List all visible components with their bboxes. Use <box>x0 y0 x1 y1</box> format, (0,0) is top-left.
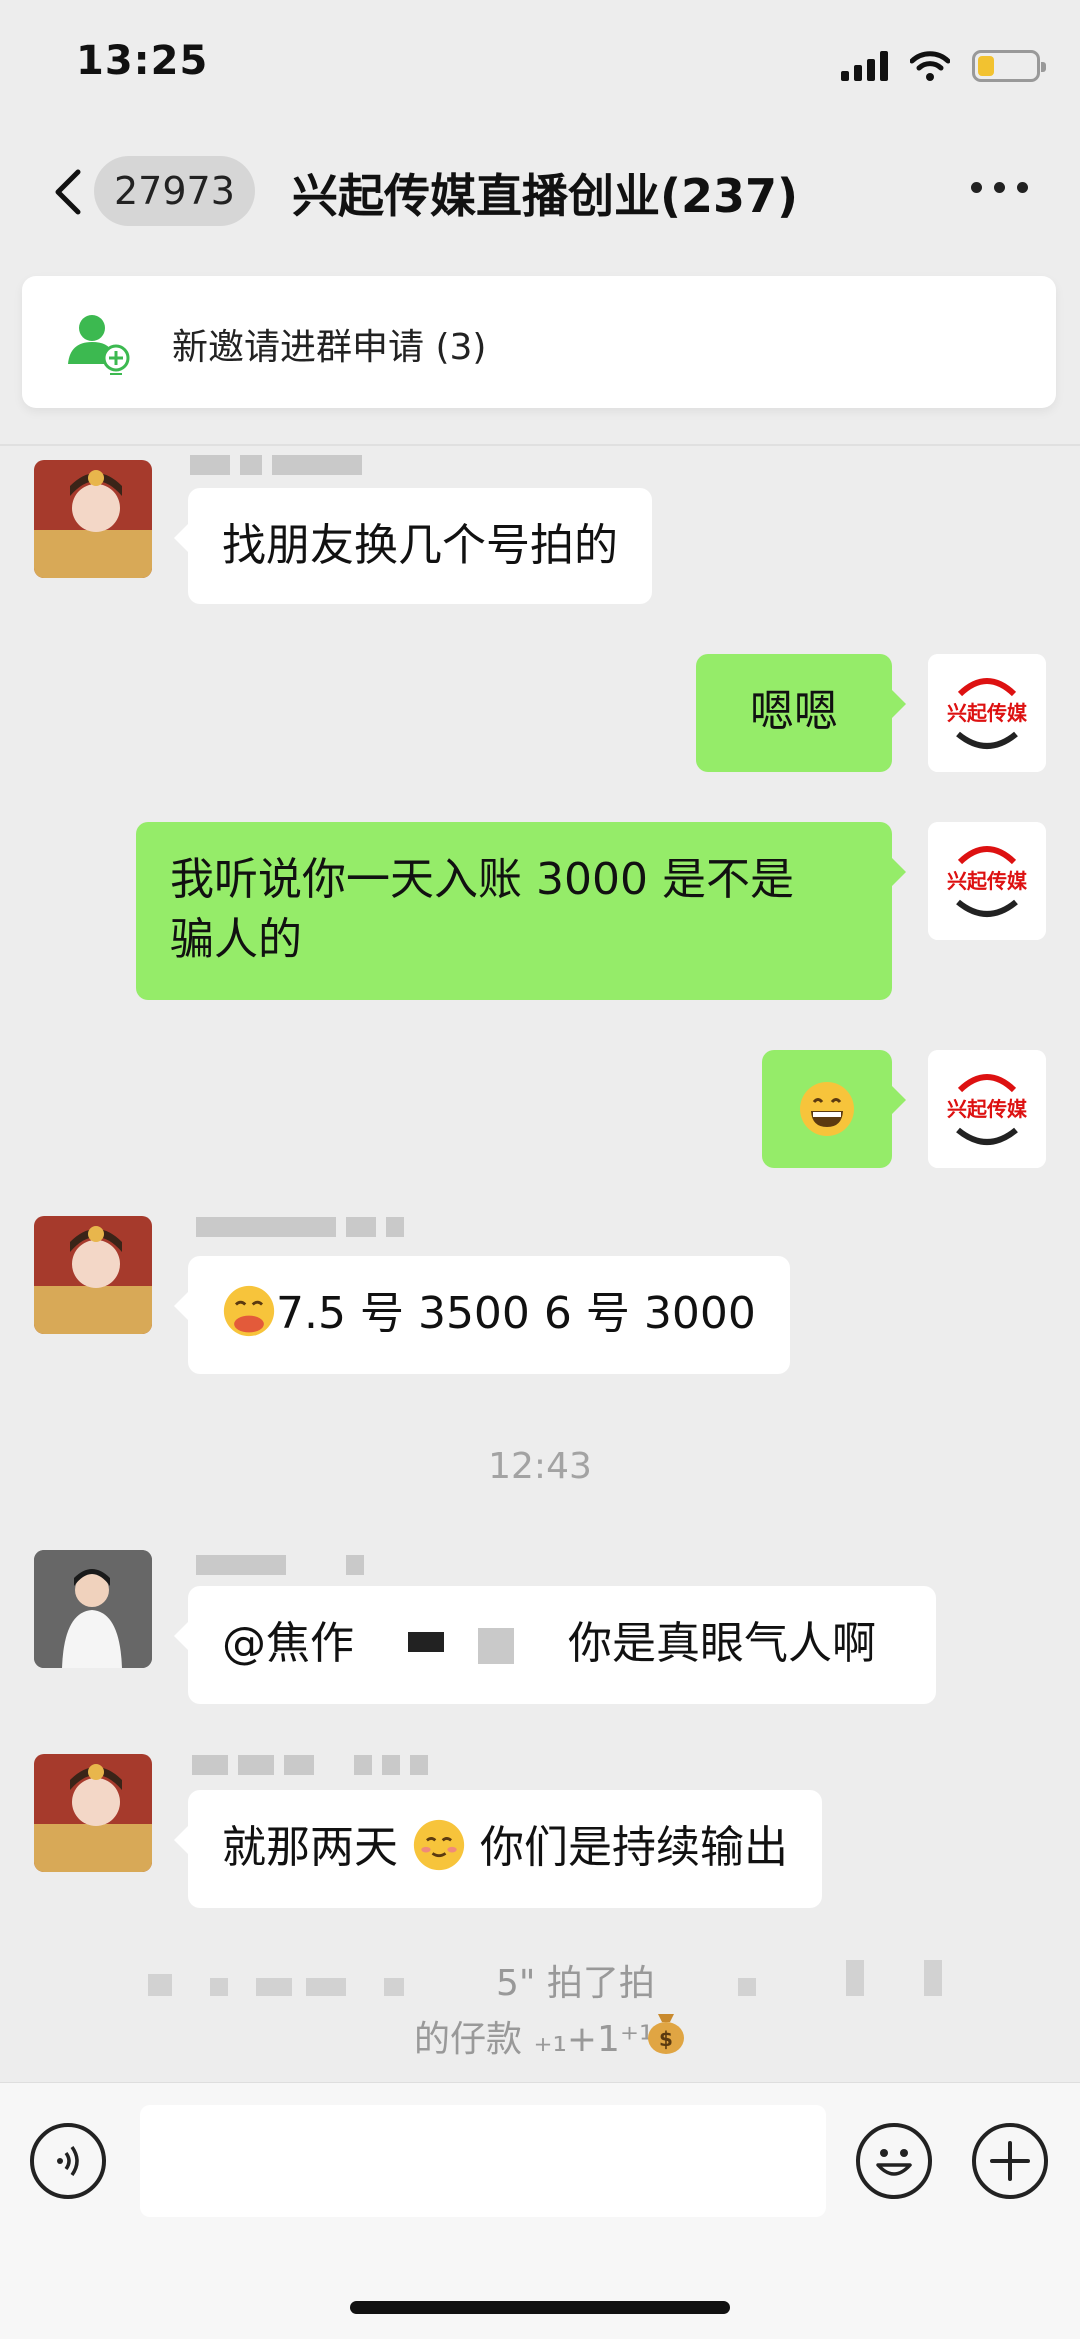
status-bar: 13:25 <box>0 0 1080 130</box>
back-chevron-icon[interactable] <box>40 162 100 222</box>
message-text: 你是真眼气人啊 <box>568 1618 876 1669</box>
status-icons <box>841 46 1046 86</box>
message-bubble[interactable] <box>762 1050 906 1168</box>
svg-text:$: $ <box>659 2027 673 2051</box>
redacted-block <box>924 1960 942 1996</box>
redacted-block <box>846 1960 864 1996</box>
notice-text: 新邀请进群申请 (3) <box>172 327 487 368</box>
voice-icon <box>57 2145 79 2177</box>
redacted-block <box>738 1978 756 1996</box>
plus-icon <box>990 2141 1030 2181</box>
voice-input-button[interactable] <box>30 2123 106 2199</box>
message-text: 你们是持续输出 <box>480 1822 788 1873</box>
logo-text: 兴起传媒 <box>947 869 1028 893</box>
sender-name-redacted <box>192 1752 428 1778</box>
grinning-face-emoji-icon <box>800 1082 854 1136</box>
status-time: 13:25 <box>76 38 209 84</box>
message-bubble[interactable]: 7.5 号 3500 6 号 3000 <box>174 1256 790 1374</box>
home-indicator <box>350 2301 730 2314</box>
emoji-button[interactable] <box>856 2123 932 2199</box>
system-pat-line: 5" 拍了拍 <box>496 1963 655 2004</box>
smiley-icon <box>876 2149 912 2176</box>
sender-name-redacted <box>196 1552 364 1578</box>
message-text: 就那两天 <box>222 1822 398 1873</box>
unread-count-badge[interactable]: 27973 <box>94 156 255 226</box>
add-member-icon <box>68 315 130 375</box>
sender-name-redacted <box>196 1214 404 1240</box>
more-functions-button[interactable] <box>972 2123 1048 2199</box>
avatar-member-girl[interactable] <box>34 1216 152 1334</box>
message-bubble[interactable]: 就那两天 你们是持续输出 <box>174 1790 822 1908</box>
mention-text: @焦作 <box>222 1618 354 1669</box>
cellular-signal-icon <box>841 51 888 81</box>
notice-divider <box>0 444 1080 446</box>
group-title: 兴起传媒直播创业(237) <box>292 169 799 223</box>
system-pat-line: 的仔款 ₊₁+1⁺¹ <box>414 2019 654 2060</box>
message-text-line: 骗人的 <box>170 914 302 965</box>
battery-icon <box>972 50 1046 82</box>
message-text: 找朋友换几个号拍的 <box>222 520 618 571</box>
avatar-self-logo[interactable]: 兴起传媒 <box>928 654 1046 772</box>
join-request-notice[interactable]: 新邀请进群申请 (3) <box>22 276 1056 408</box>
redacted-block <box>210 1978 228 1996</box>
message-bubble[interactable]: 我听说你一天入账 3000 是不是 骗人的 <box>136 822 906 1000</box>
message-bubble[interactable]: @焦作 你是真眼气人啊 <box>174 1586 936 1704</box>
redacted-name-block <box>408 1632 444 1652</box>
wifi-icon <box>910 51 950 81</box>
message-text: 嗯嗯 <box>750 686 838 737</box>
logo-text: 兴起传媒 <box>947 1097 1028 1121</box>
message-text-line: 我听说你一天入账 3000 是不是 <box>170 854 794 905</box>
hand-over-mouth-emoji-icon <box>223 1285 275 1337</box>
message-input[interactable] <box>140 2105 826 2217</box>
avatar-member-girl[interactable] <box>34 1754 152 1872</box>
message-bubble[interactable]: 找朋友换几个号拍的 <box>174 488 652 604</box>
logo-text: 兴起传媒 <box>947 701 1028 725</box>
money-bag-emoji-icon: $ <box>648 2014 684 2054</box>
message-bubble[interactable]: 嗯嗯 <box>696 654 906 772</box>
smiling-face-emoji-icon <box>413 1819 465 1871</box>
redacted-name-block <box>478 1628 514 1664</box>
message-text: 7.5 号 3500 6 号 3000 <box>276 1288 756 1339</box>
more-options-icon[interactable] <box>971 182 1028 193</box>
avatar-member-woman[interactable] <box>34 1550 152 1668</box>
chat-timestamp: 12:43 <box>488 1446 592 1487</box>
redacted-block <box>148 1974 172 1996</box>
redacted-block <box>384 1978 404 1996</box>
redacted-block <box>256 1978 292 1996</box>
redacted-block <box>306 1978 346 1996</box>
avatar-self-logo[interactable]: 兴起传媒 <box>928 822 1046 940</box>
sender-name-redacted <box>190 452 362 478</box>
avatar-member-girl[interactable] <box>34 460 152 578</box>
chat-header: 27973 兴起传媒直播创业(237) <box>0 130 1080 250</box>
avatar-self-logo[interactable]: 兴起传媒 <box>928 1050 1046 1168</box>
